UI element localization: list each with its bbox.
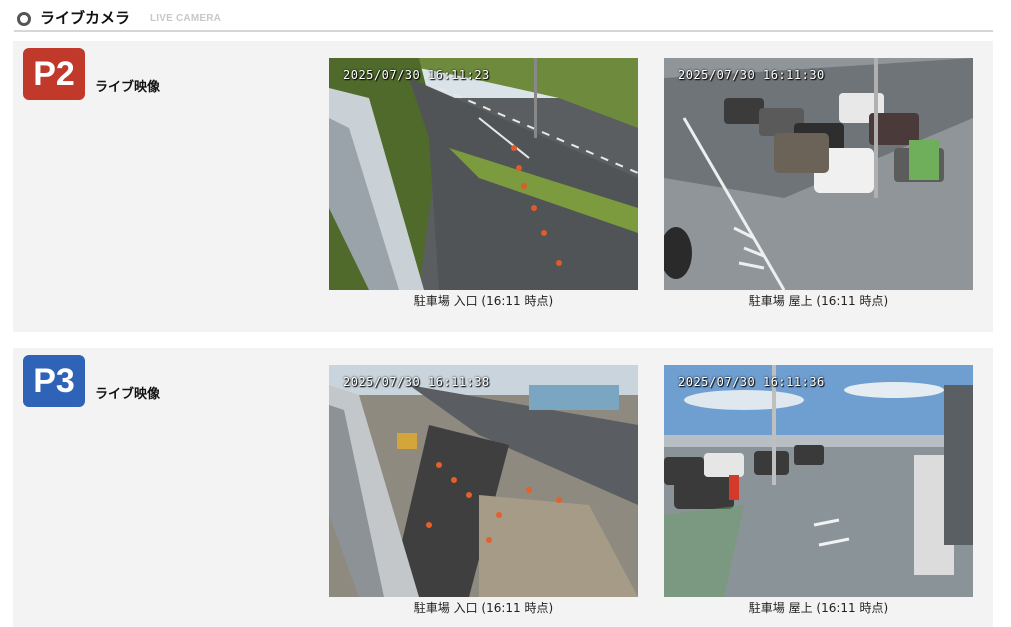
camera-timestamp: 2025/07/30 16:11:36: [678, 375, 825, 389]
panel-p2: P2 ライブ映像 2025/07/30 16:11:23 駐車場 入口 (16:…: [13, 41, 993, 332]
camera-caption-rooftop: 駐車場 屋上 (16:11 時点): [748, 601, 889, 615]
section-header: ライブカメラ LIVE CAMERA: [14, 5, 993, 32]
ring-bullet-icon: [17, 12, 31, 26]
camera-image-rooftop: [664, 365, 973, 597]
camera-feed-entrance[interactable]: 2025/07/30 16:11:23: [329, 58, 638, 290]
camera-image-entrance: [329, 365, 638, 597]
live-video-label: ライブ映像: [95, 80, 161, 95]
panel-p3: P3 ライブ映像 2025/07/30 16:11:38 駐車場 入口 (16:…: [13, 348, 993, 627]
camera-image-entrance: [329, 58, 638, 290]
camera-timestamp: 2025/07/30 16:11:23: [343, 68, 490, 82]
camera-feed-rooftop[interactable]: 2025/07/30 16:11:36: [664, 365, 973, 597]
camera-caption-rooftop: 駐車場 屋上 (16:11 時点): [748, 294, 889, 308]
live-video-label: ライブ映像: [95, 387, 161, 402]
camera-image-rooftop: [664, 58, 973, 290]
camera-feed-entrance[interactable]: 2025/07/30 16:11:38: [329, 365, 638, 597]
section-subtitle: LIVE CAMERA: [150, 13, 222, 24]
camera-caption-entrance: 駐車場 入口 (16:11 時点): [413, 601, 554, 615]
camera-feed-rooftop[interactable]: 2025/07/30 16:11:30: [664, 58, 973, 290]
parking-badge-p2: P2: [23, 48, 85, 100]
camera-timestamp: 2025/07/30 16:11:30: [678, 68, 825, 82]
section-title: ライブカメラ: [40, 9, 131, 27]
camera-caption-entrance: 駐車場 入口 (16:11 時点): [413, 294, 554, 308]
camera-timestamp: 2025/07/30 16:11:38: [343, 375, 490, 389]
parking-badge-p3: P3: [23, 355, 85, 407]
